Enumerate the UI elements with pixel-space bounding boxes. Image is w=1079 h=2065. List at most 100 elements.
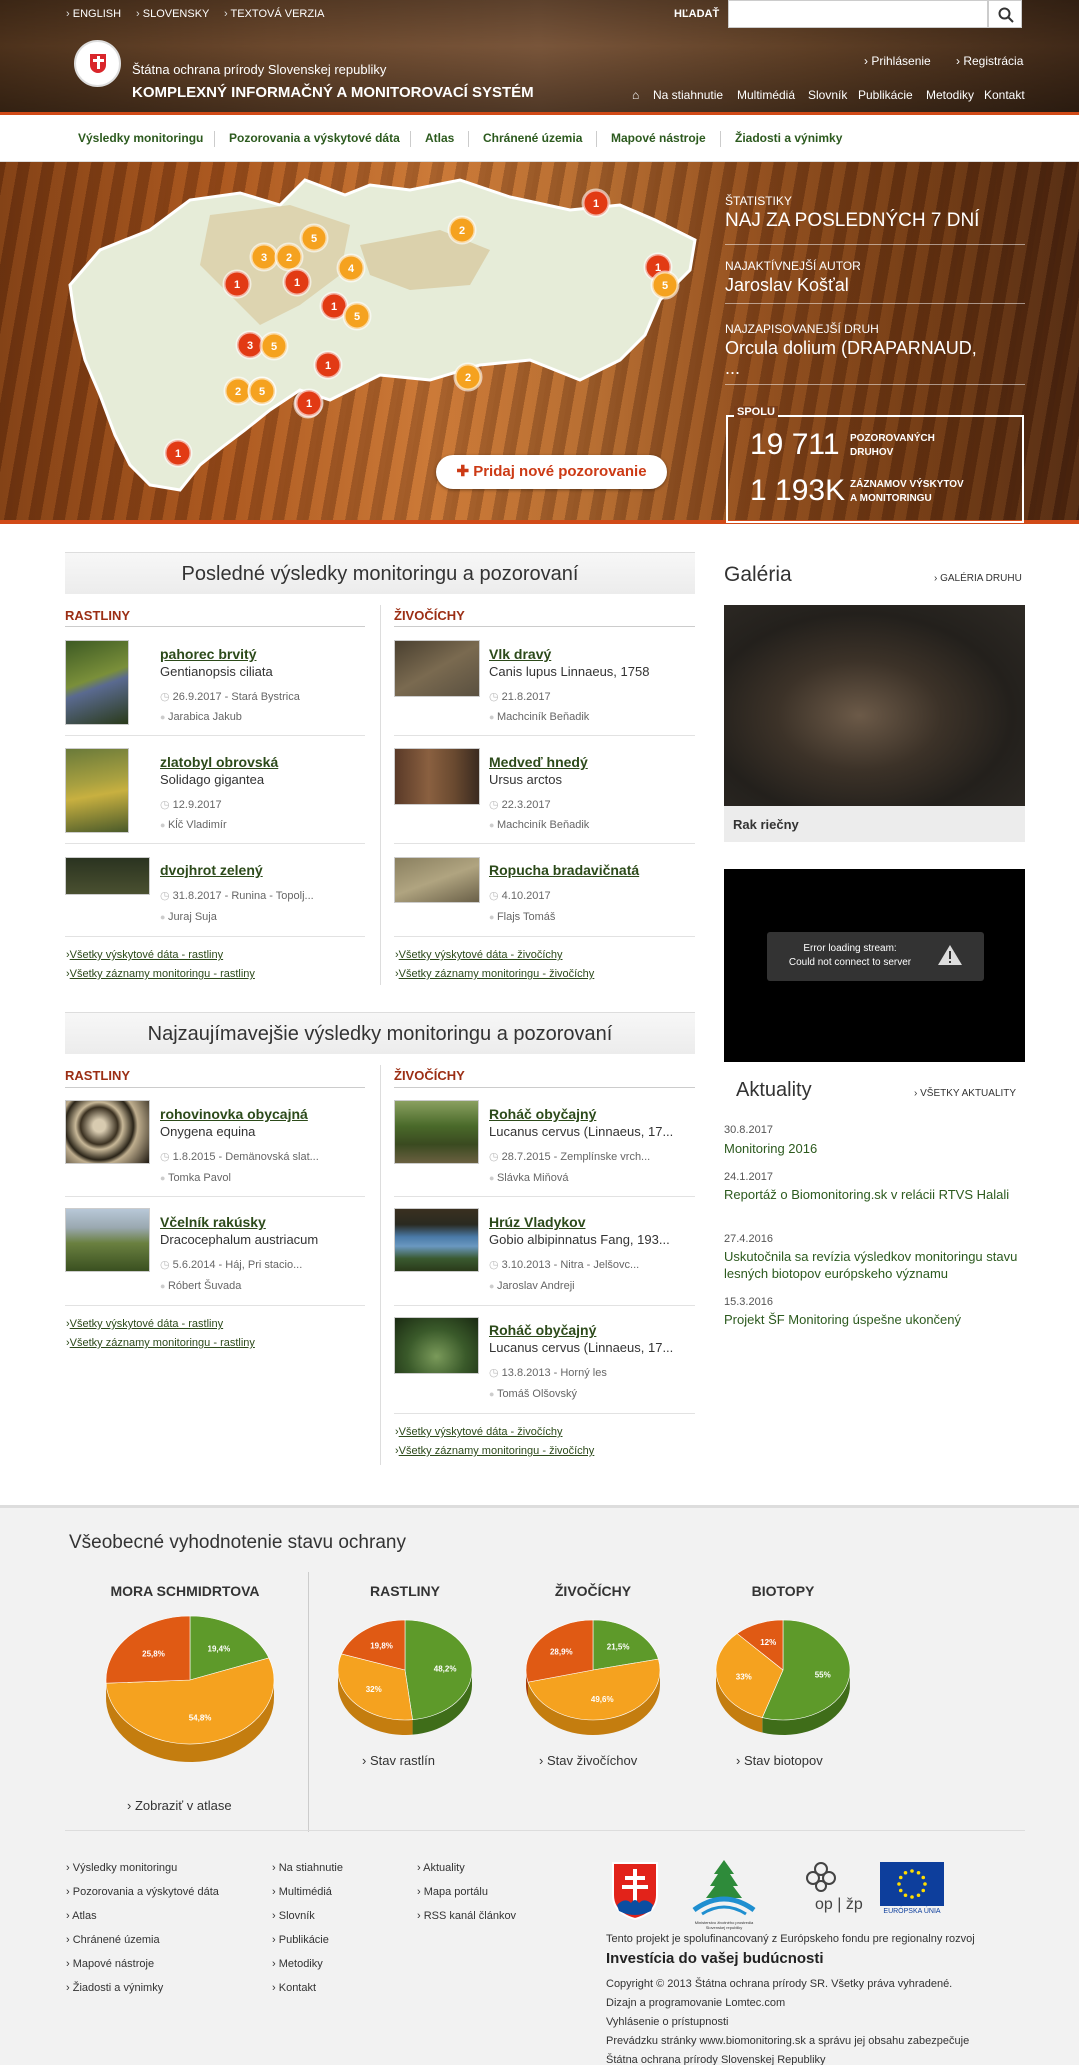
list-item-name[interactable]: Medveď hnedý [489,754,588,770]
all-occurrence-animals-link[interactable]: Všetky výskytové dáta - živočíchy [395,1426,563,1438]
all-monitoring-plants-link[interactable]: Všetky záznamy monitoringu - rastliny [66,968,255,980]
footer-link[interactable]: Aktuality [417,1862,465,1874]
catnav-map-tools[interactable]: Mapové nástroje [611,131,706,145]
list-item-name[interactable]: pahorec brvitý [160,646,256,662]
register-link[interactable]: Registrácia [956,54,1023,68]
footer-link[interactable]: Žiadosti a výnimky [66,1982,163,1994]
map-cluster-marker[interactable]: 5 [247,376,277,406]
thumbnail-image[interactable] [394,1100,479,1164]
footer-link[interactable]: Kontakt [272,1982,316,1994]
all-news-link[interactable]: VŠETKY AKTUALITY [914,1088,1016,1099]
all-occurrence-plants-link[interactable]: Všetky výskytové dáta - rastliny [66,949,223,961]
pie-chart-plants[interactable]: 48,2% 32% 19,8% [333,1610,478,1740]
footer-link[interactable]: Mapové nástroje [66,1958,154,1970]
op-zp-logo[interactable]: op | žp [815,1896,863,1914]
list-item-name[interactable]: Roháč obyčajný [489,1106,596,1122]
map-cluster-marker[interactable]: 5 [259,331,289,361]
thumbnail-image[interactable] [394,640,480,697]
nav-contact[interactable]: Kontakt [984,88,1025,102]
footer-link[interactable]: Na stiahnutie [272,1862,343,1874]
thumbnail-image[interactable] [65,857,150,895]
map-cluster-marker[interactable]: 4 [336,253,366,283]
catnav-observations[interactable]: Pozorovania a výskytové dáta [229,131,400,145]
news-item-link[interactable]: Projekt ŠF Monitoring úspešne ukončený [724,1311,1024,1328]
footer-link[interactable]: Chránené územia [66,1934,160,1946]
map-cluster-marker[interactable]: 3 [235,330,265,360]
footer-link[interactable]: Publikácie [272,1934,329,1946]
thumbnail-image[interactable] [65,748,129,833]
news-item-link[interactable]: Reportáž o Biomonitoring.sk v relácii RT… [724,1186,1024,1203]
login-link[interactable]: Prihlásenie [864,54,930,68]
list-item-name[interactable]: dvojhrot zelený [160,862,263,878]
nav-download[interactable]: Na stiahnutie [653,88,723,102]
footer-link[interactable]: Atlas [66,1910,96,1922]
accessibility-link[interactable]: Vyhlásenie o prístupnosti [606,2016,729,2028]
map-cluster-marker[interactable]: 1 [294,388,324,418]
news-item-link[interactable]: Monitoring 2016 [724,1140,1024,1157]
text-version-link[interactable]: TEXTOVÁ VERZIA [224,8,325,20]
gallery-image[interactable] [724,605,1025,806]
search-button[interactable] [988,0,1022,28]
plants-status-link[interactable]: Stav rastlín [362,1753,435,1768]
all-monitoring-plants-link[interactable]: Všetky záznamy monitoringu - rastliny [66,1337,255,1349]
all-occurrence-plants-link[interactable]: Všetky výskytové dáta - rastliny [66,1318,223,1330]
map-cluster-marker[interactable]: 5 [299,223,329,253]
pie-chart-mora[interactable]: 19,4% 54,8% 25,8% [100,1610,280,1770]
gallery-species-link[interactable]: GALÉRIA DRUHU [934,573,1022,584]
gallery-caption[interactable]: Rak riečny [733,817,799,832]
slovak-coat-of-arms-logo[interactable] [611,1861,659,1921]
design-credit-link[interactable]: Dizajn a programovanie Lomtec.com [606,1997,785,2009]
all-monitoring-animals-link[interactable]: Všetky záznamy monitoringu - živočíchy [395,968,595,980]
thumbnail-image[interactable] [65,640,129,725]
map-cluster-marker[interactable]: 1 [282,267,312,297]
map-cluster-marker[interactable]: 1 [222,269,252,299]
animals-status-link[interactable]: Stav živočíchov [539,1753,637,1768]
ministry-environment-logo[interactable] [686,1858,762,1926]
footer-link[interactable]: Mapa portálu [417,1886,488,1898]
thumbnail-image[interactable] [394,748,480,805]
map-cluster-marker[interactable]: 5 [650,270,680,300]
thumbnail-image[interactable] [394,857,480,903]
footer-link[interactable]: Pozorovania a výskytové dáta [66,1886,219,1898]
map-cluster-marker[interactable]: 3 [249,242,279,272]
list-item-name[interactable]: Včelník rakúsky [160,1214,266,1230]
map-cluster-marker[interactable]: 1 [163,438,193,468]
lang-slovensky-link[interactable]: SLOVENSKY [136,8,210,20]
slovakia-map[interactable]: 1325211415153512512151 [60,175,700,495]
map-cluster-marker[interactable]: 2 [274,242,304,272]
thumbnail-image[interactable] [394,1208,479,1272]
catnav-atlas[interactable]: Atlas [425,131,454,145]
top-species-name[interactable]: Orcula dolium (DRAPARNAUD, [725,338,977,359]
top-author-name[interactable]: Jaroslav Košťal [725,275,849,296]
footer-link[interactable]: RSS kanál článkov [417,1910,516,1922]
list-item-name[interactable]: Ropucha bradavičnatá [489,862,639,878]
habitats-status-link[interactable]: Stav biotopov [736,1753,823,1768]
map-cluster-marker[interactable]: 2 [447,215,477,245]
map-cluster-marker[interactable]: 1 [581,188,611,218]
catnav-protected-areas[interactable]: Chránené územia [483,131,582,145]
map-cluster-marker[interactable]: 2 [223,376,253,406]
thumbnail-image[interactable] [65,1100,150,1164]
list-item-name[interactable]: Hrúz Vladykov [489,1214,585,1230]
map-cluster-marker[interactable]: 1 [313,350,343,380]
thumbnail-image[interactable] [65,1208,150,1272]
pie-chart-habitats[interactable]: 55% 33% 12% [711,1610,856,1740]
map-cluster-marker[interactable]: 5 [342,301,372,331]
view-in-atlas-link[interactable]: Zobraziť v atlase [127,1798,232,1813]
nav-multimedia[interactable]: Multimédiá [737,88,795,102]
list-item-name[interactable]: zlatobyl obrovská [160,754,278,770]
eu-flag-icon[interactable] [880,1862,944,1906]
lang-english-link[interactable]: ENGLISH [66,8,121,20]
add-observation-button[interactable]: ✚ Pridaj nové pozorovanie [436,455,667,489]
home-icon[interactable]: ⌂ [632,88,639,102]
footer-link[interactable]: Slovník [272,1910,315,1922]
nav-dictionary[interactable]: Slovník [808,88,847,102]
nav-methodology[interactable]: Metodiky [926,88,974,102]
footer-link[interactable]: Výsledky monitoringu [66,1862,178,1874]
all-occurrence-animals-link[interactable]: Všetky výskytové dáta - živočíchy [395,949,563,961]
catnav-monitoring-results[interactable]: Výsledky monitoringu [78,131,203,145]
all-monitoring-animals-link[interactable]: Všetky záznamy monitoringu - živočíchy [395,1445,595,1457]
search-input[interactable] [728,0,988,28]
thumbnail-image[interactable] [394,1317,479,1374]
list-item-name[interactable]: rohovinovka obycajná [160,1106,308,1122]
